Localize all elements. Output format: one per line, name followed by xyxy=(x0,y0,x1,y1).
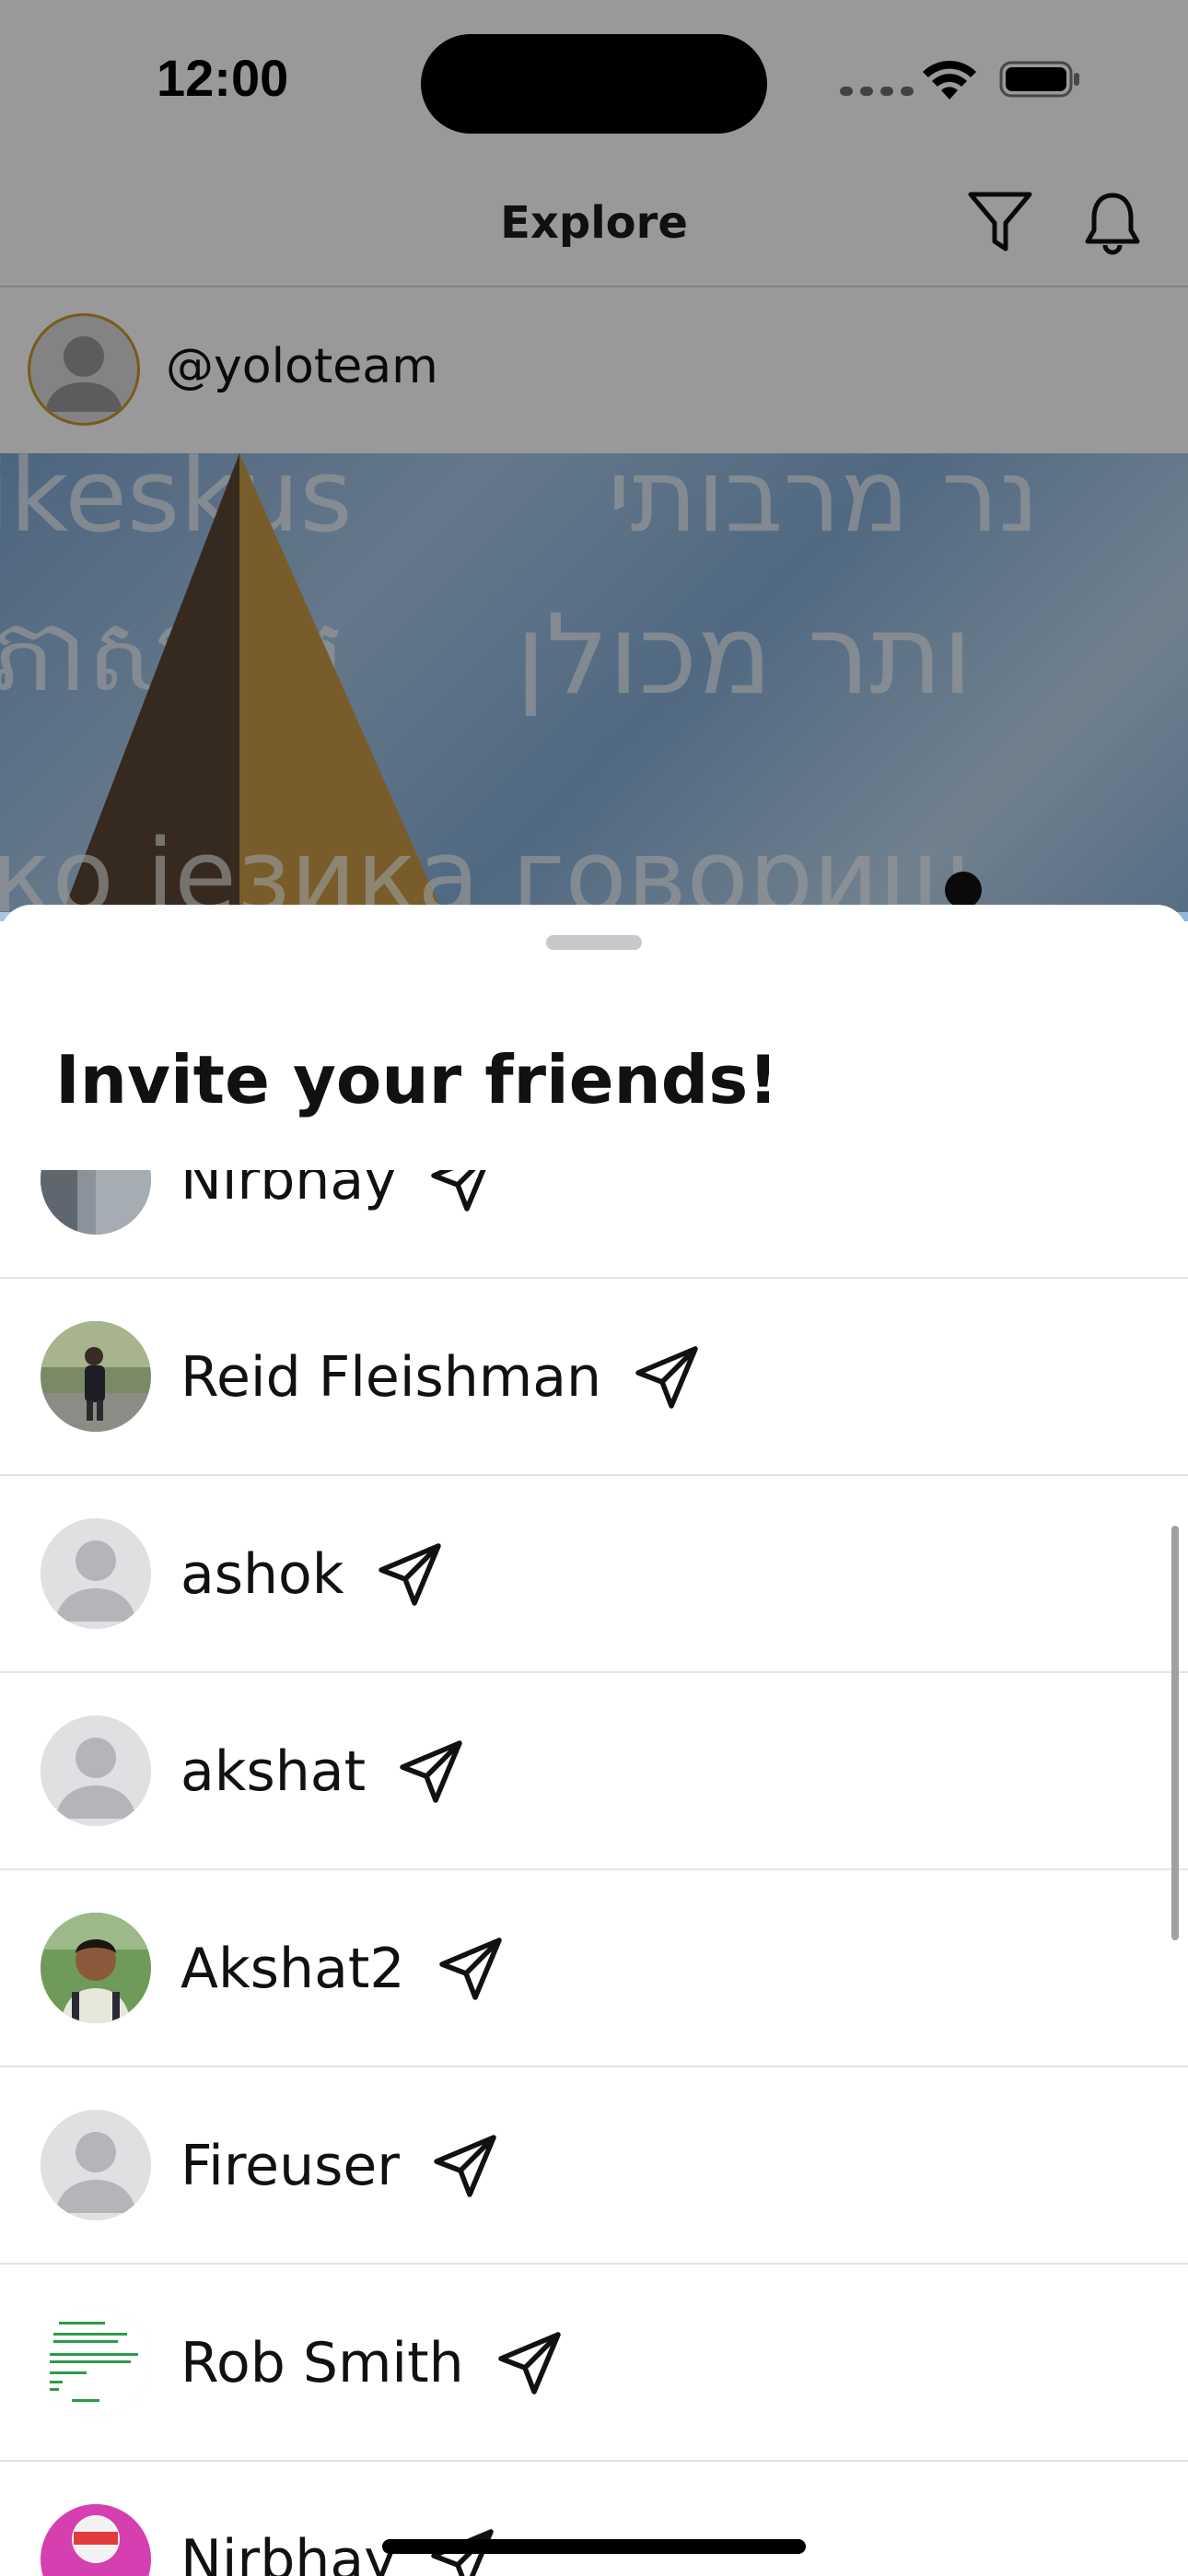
avatar-photo xyxy=(41,1170,151,1235)
friend-row-content: ashok xyxy=(181,1476,444,1673)
friend-row[interactable]: ashok xyxy=(0,1476,1188,1673)
friend-row[interactable]: Nirbhay xyxy=(0,2462,1188,2576)
friend-row[interactable]: Nirbhay xyxy=(0,1170,1188,1279)
friend-avatar xyxy=(41,2504,151,2576)
friend-row-content: Nirbhay xyxy=(181,2462,496,2576)
friend-row-content: Akshat2 xyxy=(181,1870,505,2067)
friend-name: Reid Fleishman xyxy=(181,1345,602,1410)
send-invite-button[interactable] xyxy=(428,1170,496,1214)
send-invite-button[interactable] xyxy=(437,1935,505,2003)
invite-friends-sheet: Invite your friends! Nirbhay Reid Fleishm… xyxy=(0,905,1188,2576)
send-icon[interactable] xyxy=(437,1935,505,2003)
friend-row-content: Rob Smith xyxy=(181,2265,564,2462)
explore-screen: 12:00 Explore @yoloteam ikeskus נר מרבות… xyxy=(0,0,1188,921)
friend-row[interactable]: Akshat2 xyxy=(0,1870,1188,2067)
friend-avatar xyxy=(41,1715,151,1826)
friend-row-content: Fireuser xyxy=(181,2067,499,2265)
avatar-photo xyxy=(41,2307,151,2418)
friend-row-content: Reid Fleishman xyxy=(181,1279,701,1476)
friend-name: Rob Smith xyxy=(181,2331,464,2395)
friend-name: ashok xyxy=(181,1542,344,1607)
home-indicator[interactable] xyxy=(382,2539,806,2554)
send-invite-button[interactable] xyxy=(633,1343,701,1411)
friend-row-content: akshat xyxy=(181,1673,465,1870)
send-icon[interactable] xyxy=(376,1540,444,1609)
sheet-title: Invite your friends! xyxy=(55,1041,779,1118)
friend-avatar xyxy=(41,1518,151,1629)
friend-avatar xyxy=(41,2110,151,2220)
friend-name: Fireuser xyxy=(181,2134,400,2198)
friend-name: Nirbhay xyxy=(181,1170,397,1212)
friend-row[interactable]: Rob Smith xyxy=(0,2265,1188,2462)
send-icon[interactable] xyxy=(428,1170,496,1214)
friend-row[interactable]: Reid Fleishman xyxy=(0,1279,1188,1476)
scroll-indicator[interactable] xyxy=(1171,1526,1179,1940)
person-placeholder-icon xyxy=(41,1518,151,1629)
friend-row-content: Nirbhay xyxy=(181,1170,496,1279)
avatar-photo xyxy=(41,1321,151,1432)
friend-name: akshat xyxy=(181,1739,367,1804)
friend-avatar xyxy=(41,1321,151,1432)
send-icon[interactable] xyxy=(495,2329,564,2397)
friend-name: Nirbhay xyxy=(181,2528,397,2576)
send-invite-button[interactable] xyxy=(495,2329,564,2397)
avatar-photo xyxy=(41,2504,151,2576)
send-icon[interactable] xyxy=(397,1738,465,1806)
send-invite-button[interactable] xyxy=(431,2132,499,2200)
send-invite-button[interactable] xyxy=(376,1540,444,1609)
send-icon[interactable] xyxy=(633,1343,701,1411)
friend-avatar xyxy=(41,2307,151,2418)
friend-avatar xyxy=(41,1913,151,2023)
friend-row[interactable]: akshat xyxy=(0,1673,1188,1870)
person-placeholder-icon xyxy=(41,2110,151,2220)
person-placeholder-icon xyxy=(41,1715,151,1826)
send-invite-button[interactable] xyxy=(397,1738,465,1806)
avatar-photo xyxy=(41,1913,151,2023)
friend-name: Akshat2 xyxy=(181,1937,405,2001)
friends-list[interactable]: Nirbhay Reid Fleishman ashok akshat Akshat2 F… xyxy=(0,1170,1188,2576)
send-icon[interactable] xyxy=(431,2132,499,2200)
friend-avatar xyxy=(41,1170,151,1235)
friend-row[interactable]: Fireuser xyxy=(0,2067,1188,2265)
sheet-grabber[interactable] xyxy=(546,935,642,950)
dim-overlay[interactable] xyxy=(0,0,1188,912)
